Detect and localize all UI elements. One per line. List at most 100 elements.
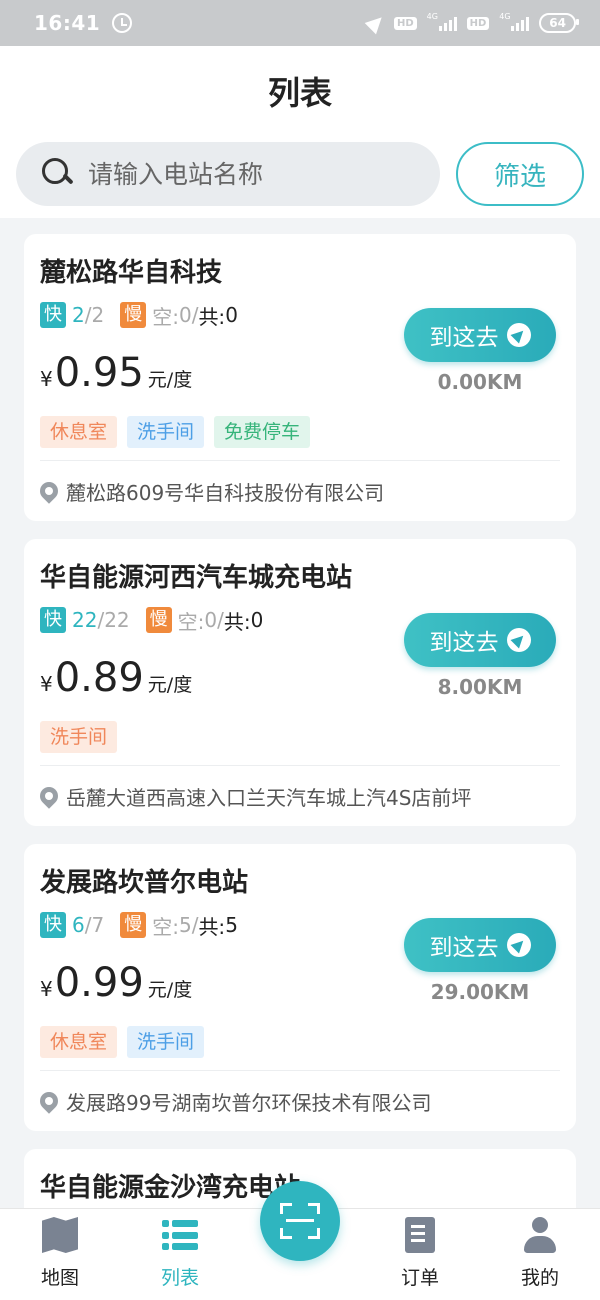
navigation-arrow-icon <box>506 323 531 347</box>
address-row: 发展路99号湖南坎普尔环保技术有限公司 <box>36 1071 560 1131</box>
navigate-button[interactable]: 到这去 <box>404 613 556 667</box>
signal-icon: 4G <box>499 12 530 31</box>
nav-item-map[interactable]: 地图 <box>0 1209 120 1300</box>
slow-empty-prefix: 空: <box>177 609 205 634</box>
slow-empty: 0 <box>204 608 218 632</box>
network-type: 4G <box>499 12 511 21</box>
fast-charge-badge: 快 <box>40 912 66 938</box>
price-value: 0.89 <box>54 655 144 701</box>
fast-available: 6 <box>72 913 85 937</box>
slow-empty-prefix: 空: <box>152 304 179 329</box>
nav-label: 列表 <box>160 1267 199 1289</box>
search-input[interactable] <box>88 159 418 189</box>
scan-icon <box>280 1203 320 1239</box>
location-pin-icon <box>36 478 62 504</box>
status-time: 16:41 <box>34 11 101 35</box>
station-list[interactable]: 麓松路华自科技 快 2/2 慢 空: 0/共: 0 ¥ 0.95 元/度 休息室 洗… <box>0 218 600 1208</box>
list-icon <box>162 1217 198 1253</box>
station-name: 麓松路华自科技 <box>40 258 223 288</box>
currency-symbol: ¥ <box>40 672 53 696</box>
slow-empty-prefix: 空: <box>152 914 179 939</box>
navigate-button[interactable]: 到这去 <box>404 918 556 972</box>
header: 列表 筛选 <box>0 46 600 218</box>
nav-label: 订单 <box>400 1267 439 1289</box>
nav-item-list[interactable]: 列表 <box>120 1209 240 1300</box>
nav-label: 我的 <box>520 1267 559 1289</box>
amenity-tags: 洗手间 <box>40 721 560 753</box>
fast-charge-badge: 快 <box>40 607 66 633</box>
location-pin-icon <box>36 1088 62 1114</box>
filter-button[interactable]: 筛选 <box>456 142 584 206</box>
navigate-label: 到这去 <box>429 630 499 656</box>
battery-icon: 64 <box>539 13 579 33</box>
nav-item-orders[interactable]: 订单 <box>360 1209 480 1300</box>
scan-wrapper <box>240 1181 360 1300</box>
currency-symbol: ¥ <box>40 367 53 391</box>
fast-total: /22 <box>97 608 130 632</box>
station-card[interactable]: 麓松路华自科技 快 2/2 慢 空: 0/共: 0 ¥ 0.95 元/度 休息室 洗… <box>24 234 576 521</box>
location-pin-icon <box>36 783 62 809</box>
station-card[interactable]: 华自能源河西汽车城充电站 快 22/22 慢 空: 0/共: 0 ¥ 0.89 元/… <box>24 539 576 826</box>
address-row: 麓松路609号华自科技股份有限公司 <box>36 461 560 521</box>
slow-empty: 0 <box>178 303 192 327</box>
distance: 8.00KM <box>437 675 523 699</box>
amenity-tag: 免费停车 <box>214 416 311 448</box>
address-row: 岳麓大道西高速入口兰天汽车城上汽4S店前坪 <box>36 766 560 826</box>
location-arrow-icon <box>364 11 388 35</box>
station-address: 麓松路609号华自科技股份有限公司 <box>66 480 385 505</box>
station-name: 发展路坎普尔电站 <box>40 868 249 898</box>
hd-badge: HD <box>393 16 417 30</box>
slow-total-prefix: 共: <box>198 304 226 329</box>
slow-charge-badge: 慢 <box>120 302 147 328</box>
price-unit: 元/度 <box>147 369 193 391</box>
nav-item-mine[interactable]: 我的 <box>480 1209 600 1300</box>
alarm-icon <box>112 13 133 33</box>
price-value: 0.95 <box>54 350 144 396</box>
navigation-arrow-icon <box>506 933 531 957</box>
navigation-arrow-icon <box>506 628 531 652</box>
fast-available: 2 <box>72 303 85 327</box>
distance: 29.00KM <box>430 980 530 1004</box>
slow-total: 0 <box>225 303 238 327</box>
price-value: 0.99 <box>54 960 144 1006</box>
orders-icon <box>405 1217 435 1253</box>
status-icons: HD 4G HD 4G 64 <box>364 11 579 35</box>
slow-total: 5 <box>225 913 238 937</box>
nav-label: 地图 <box>40 1267 79 1289</box>
price-unit: 元/度 <box>147 674 193 696</box>
navigate-label: 到这去 <box>429 325 499 351</box>
slow-total-prefix: 共: <box>198 914 226 939</box>
station-address: 发展路99号湖南坎普尔环保技术有限公司 <box>66 1090 432 1115</box>
currency-symbol: ¥ <box>40 977 53 1001</box>
amenity-tags: 休息室 洗手间 <box>40 1026 560 1058</box>
fast-charge-badge: 快 <box>40 302 66 328</box>
station-card[interactable]: 发展路坎普尔电站 快 6/7 慢 空: 5/共: 5 ¥ 0.99 元/度 休息室 … <box>24 844 576 1131</box>
price-unit: 元/度 <box>147 979 193 1001</box>
amenity-tag: 洗手间 <box>127 416 205 448</box>
station-name: 华自能源河西汽车城充电站 <box>40 563 353 593</box>
slow-charge-badge: 慢 <box>120 912 147 938</box>
status-bar: 16:41 HD 4G HD 4G 64 <box>0 0 600 46</box>
slow-empty: 5 <box>178 913 192 937</box>
amenity-tag: 洗手间 <box>40 721 118 753</box>
fast-total: /7 <box>84 913 105 937</box>
user-icon <box>522 1217 558 1253</box>
fast-available: 22 <box>72 608 98 632</box>
distance: 0.00KM <box>437 370 523 394</box>
bottom-nav: 地图 列表 订单 我的 <box>0 1181 600 1300</box>
map-icon <box>42 1217 78 1253</box>
fast-total: /2 <box>84 303 105 327</box>
search-icon <box>42 158 74 190</box>
signal-icon: 4G <box>427 12 457 31</box>
amenity-tags: 休息室 洗手间 免费停车 <box>40 416 560 448</box>
slow-charge-badge: 慢 <box>145 607 172 633</box>
hd-badge: HD <box>466 16 490 30</box>
amenity-tag: 洗手间 <box>127 1026 205 1058</box>
navigate-button[interactable]: 到这去 <box>404 308 556 362</box>
slow-total: 0 <box>250 608 264 632</box>
station-address: 岳麓大道西高速入口兰天汽车城上汽4S店前坪 <box>66 785 472 810</box>
slow-total-prefix: 共: <box>223 609 251 634</box>
page-title: 列表 <box>267 74 332 112</box>
search-box[interactable] <box>16 142 440 206</box>
scan-button[interactable] <box>260 1181 340 1261</box>
